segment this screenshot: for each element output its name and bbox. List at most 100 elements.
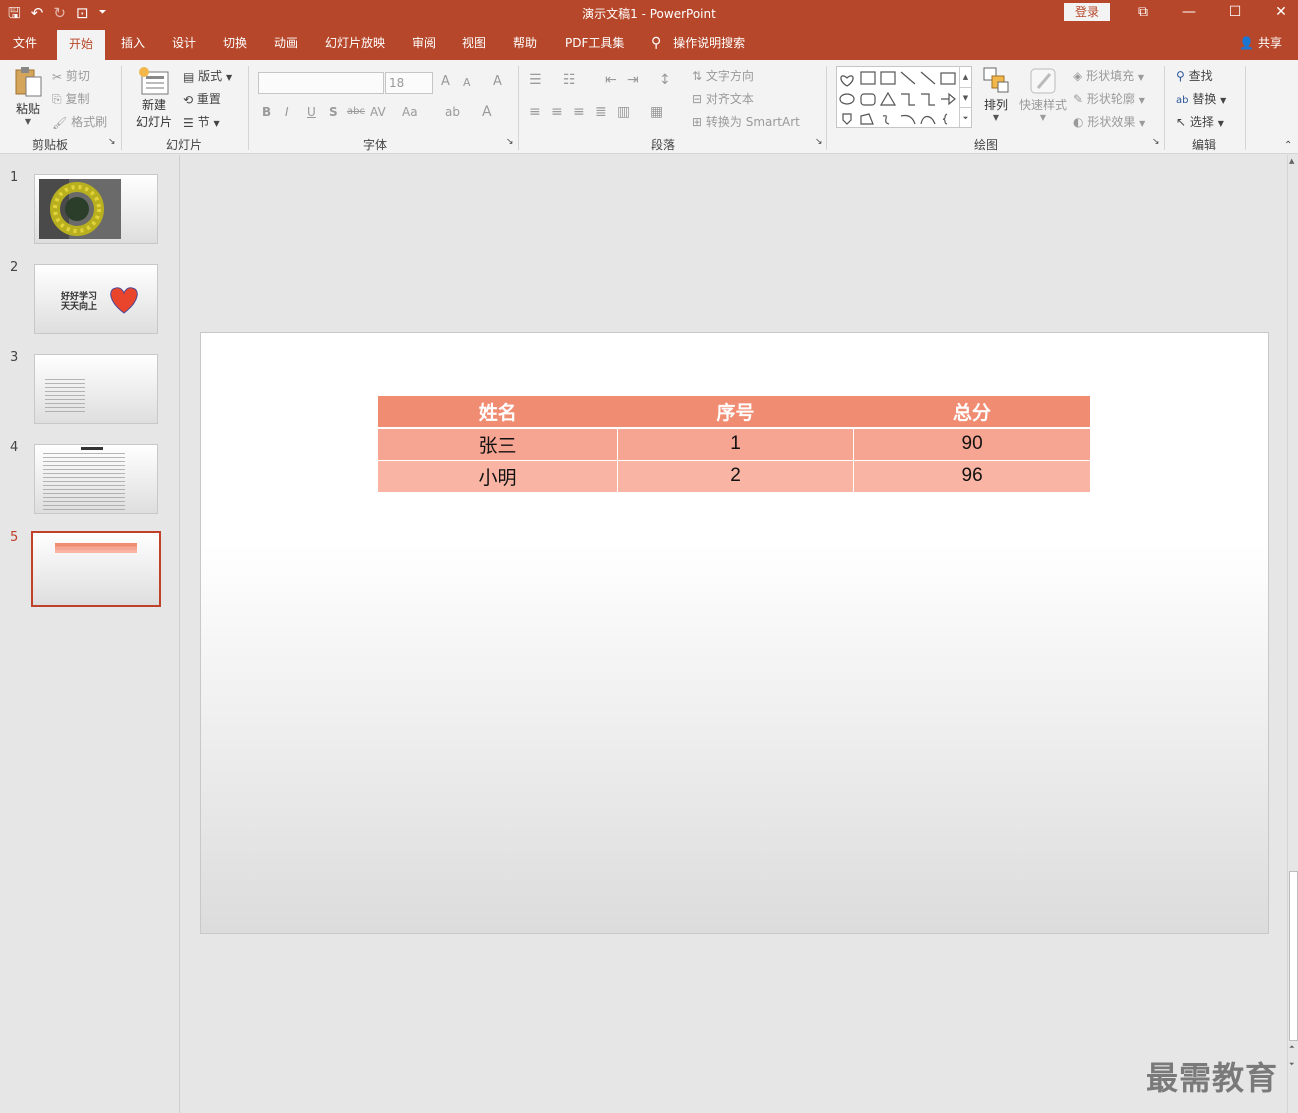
bold-button[interactable]: B <box>262 105 271 119</box>
ribbon-display-options-icon[interactable]: ⧉ <box>1120 0 1166 26</box>
grow-font-button[interactable]: A <box>441 74 450 89</box>
tab-pdf-tools[interactable]: PDF工具集 <box>565 26 624 60</box>
tab-file[interactable]: 文件 <box>13 26 37 60</box>
paste-button[interactable]: 粘贴 ▼ <box>10 66 46 132</box>
shapes-gallery[interactable]: ▲ ▼ ⏷ <box>836 66 972 128</box>
vertical-scrollbar[interactable]: ▲ ⏶ ⏷ <box>1287 155 1298 1113</box>
slide-thumbnail-2[interactable]: 好好学习 天天向上 <box>34 264 158 334</box>
drawing-launcher-icon[interactable]: ↘ <box>1152 137 1160 147</box>
undo-icon[interactable]: ↶ <box>31 3 44 23</box>
table-cell[interactable]: 90 <box>853 428 1090 461</box>
tab-help[interactable]: 帮助 <box>513 26 537 60</box>
table-cell[interactable]: 1 <box>616 428 854 461</box>
tab-design[interactable]: 设计 <box>172 26 196 60</box>
replace-button[interactable]: ab 替换 ▼ <box>1176 90 1226 107</box>
text-shadow-button[interactable]: S <box>329 105 338 119</box>
strikethrough-button[interactable]: abc <box>347 106 365 117</box>
table-header-cell[interactable]: 总分 <box>853 396 1090 429</box>
slide-thumbnail-1[interactable] <box>34 174 158 244</box>
text-direction-button[interactable]: ⇅ 文字方向 <box>692 67 754 84</box>
tab-insert[interactable]: 插入 <box>121 26 145 60</box>
data-table[interactable]: 姓名 序号 总分 张三 1 90 小明 2 96 <box>378 396 1090 492</box>
shape-outline-label: 形状轮廓 <box>1086 92 1135 106</box>
close-button[interactable]: ✕ <box>1258 0 1298 26</box>
shape-outline-button[interactable]: ✎ 形状轮廓 ▼ <box>1073 90 1145 107</box>
shapes-more-icon[interactable]: ⏷ <box>959 107 971 127</box>
numbering-icon[interactable]: ☷ <box>563 72 576 88</box>
minimize-button[interactable]: — <box>1166 0 1212 26</box>
tab-slideshow[interactable]: 幻灯片放映 <box>325 26 385 60</box>
clear-formatting-button[interactable]: A <box>493 74 502 89</box>
redo-icon[interactable]: ↻ <box>53 3 66 23</box>
increase-indent-icon[interactable]: ⇥ <box>627 72 639 88</box>
share-button[interactable]: 👤 共享 <box>1239 26 1282 60</box>
previous-slide-icon[interactable]: ⏶ <box>1289 1043 1295 1052</box>
align-right-icon[interactable]: ≡ <box>573 104 585 120</box>
slide-canvas[interactable]: 姓名 序号 总分 张三 1 90 小明 2 96 <box>200 332 1269 934</box>
section-button[interactable]: ☰ 节 ▼ <box>183 113 220 130</box>
slide-thumbnail-4[interactable] <box>34 444 158 514</box>
table-cell[interactable]: 96 <box>853 460 1090 492</box>
customize-qat-icon[interactable]: ⏷ <box>99 3 107 23</box>
layout-button[interactable]: ▤ 版式 ▼ <box>183 67 232 84</box>
maximize-button[interactable]: ☐ <box>1212 0 1258 26</box>
tab-animations[interactable]: 动画 <box>274 26 298 60</box>
table-header-cell[interactable]: 序号 <box>617 396 854 429</box>
slide-thumbnail-3[interactable] <box>34 354 158 424</box>
align-text-button[interactable]: ⊟ 对齐文本 <box>692 90 754 107</box>
character-spacing-button[interactable]: AV <box>370 105 386 119</box>
new-slide-button[interactable]: 新建 幻灯片 <box>130 66 178 134</box>
slide-thumbnail-5[interactable] <box>31 531 161 607</box>
tell-me-search[interactable]: ⚲ 操作说明搜索 <box>651 26 745 60</box>
tab-transitions[interactable]: 切换 <box>223 26 247 60</box>
arrange-button[interactable]: 排列 ▼ <box>980 66 1012 134</box>
find-button[interactable]: ⚲ 查找 <box>1176 67 1213 84</box>
columns-icon[interactable]: ▦ <box>650 104 663 120</box>
table-cell[interactable]: 2 <box>616 460 854 492</box>
reset-button[interactable]: ⟲ 重置 <box>183 90 221 107</box>
shapes-scroll-up-icon[interactable]: ▲ <box>959 67 971 87</box>
line-spacing-icon[interactable]: ↕ <box>659 72 671 88</box>
collapse-ribbon-icon[interactable]: ⌃ <box>1284 140 1292 151</box>
font-color-button[interactable]: A <box>482 104 492 120</box>
select-button[interactable]: ↖ 选择 ▼ <box>1176 113 1224 130</box>
table-cell[interactable]: 小明 <box>378 460 618 492</box>
font-name-combo[interactable] <box>258 72 384 94</box>
italic-button[interactable]: I <box>285 105 289 119</box>
login-button[interactable]: 登录 <box>1064 3 1110 21</box>
slideshow-from-start-icon[interactable]: ⊡ <box>76 3 89 23</box>
format-painter-button[interactable]: 🖌 格式刷 <box>52 113 107 130</box>
tab-view[interactable]: 视图 <box>462 26 486 60</box>
bullets-icon[interactable]: ☰ <box>529 72 542 88</box>
scroll-up-icon[interactable]: ▲ <box>1289 157 1294 165</box>
shape-fill-button[interactable]: ◈ 形状填充 ▼ <box>1073 67 1144 84</box>
font-size-combo[interactable]: 18 <box>385 72 433 94</box>
next-slide-icon[interactable]: ⏷ <box>1289 1060 1295 1069</box>
distributed-icon[interactable]: ▥ <box>617 104 630 120</box>
change-case-button[interactable]: Aa <box>402 105 418 119</box>
shapes-scroll-down-icon[interactable]: ▼ <box>959 87 971 107</box>
align-center-icon[interactable]: ≡ <box>551 104 563 120</box>
decrease-indent-icon[interactable]: ⇤ <box>605 72 617 88</box>
shape-effects-button[interactable]: ◐ 形状效果 ▼ <box>1073 113 1145 130</box>
chevron-down-icon: ▼ <box>1137 73 1145 82</box>
table-cell[interactable]: 张三 <box>378 428 618 461</box>
table-header-cell[interactable]: 姓名 <box>378 396 618 429</box>
align-left-icon[interactable]: ≡ <box>529 104 541 120</box>
paragraph-launcher-icon[interactable]: ↘ <box>815 137 823 147</box>
save-icon[interactable]: 🖫 <box>8 3 21 23</box>
font-launcher-icon[interactable]: ↘ <box>506 137 514 147</box>
shrink-font-button[interactable]: A <box>463 76 471 89</box>
copy-button[interactable]: ⎘ 复制 <box>52 90 89 107</box>
tab-review[interactable]: 审阅 <box>412 26 436 60</box>
justify-icon[interactable]: ≣ <box>595 104 607 120</box>
clipboard-launcher-icon[interactable]: ↘ <box>108 137 116 147</box>
thumbnail-number: 2 <box>10 260 19 275</box>
cut-button[interactable]: ✂ 剪切 <box>52 67 90 84</box>
tab-home[interactable]: 开始 <box>57 30 106 60</box>
scrollbar-thumb[interactable] <box>1289 871 1298 1041</box>
quick-styles-button[interactable]: 快速样式 ▼ <box>1018 66 1068 134</box>
convert-smartart-button[interactable]: ⊞ 转换为 SmartArt <box>692 113 800 130</box>
highlight-button[interactable]: ab <box>445 105 460 119</box>
underline-button[interactable]: U <box>307 105 316 119</box>
